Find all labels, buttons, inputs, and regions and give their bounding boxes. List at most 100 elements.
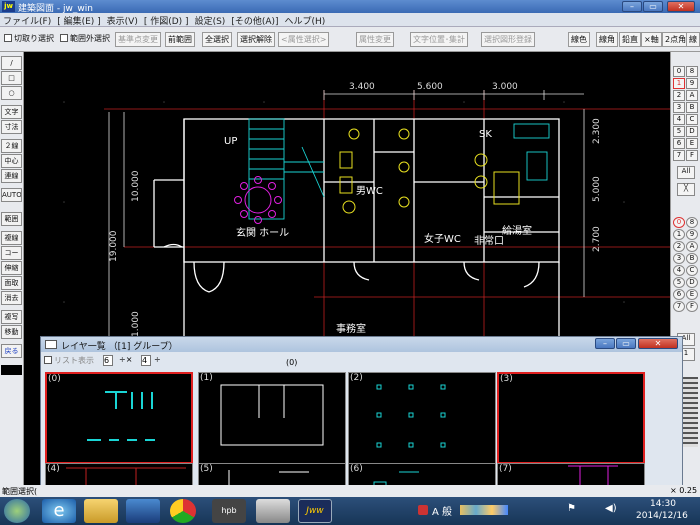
tray-icons[interactable]	[460, 505, 508, 515]
paint-icon[interactable]	[256, 499, 290, 523]
clock-time[interactable]: 14:30	[650, 499, 676, 509]
layer-button[interactable]: D	[686, 126, 698, 137]
tool-undo[interactable]: 戻る	[1, 344, 22, 358]
tool-extend[interactable]: 伸縮	[1, 261, 22, 275]
base-point-change-button[interactable]: 基準点変更	[115, 32, 161, 47]
tool-range[interactable]: 範囲	[1, 212, 22, 226]
volume-icon[interactable]: ◀)	[605, 503, 617, 514]
layer-button[interactable]: B	[686, 102, 698, 113]
tool-continuous-line[interactable]: 連線	[1, 169, 22, 183]
vertical-button[interactable]: 鉛直	[619, 32, 641, 47]
layer-button[interactable]: 6	[673, 138, 685, 149]
stepper-icon[interactable]: ÷	[154, 355, 161, 364]
dialog-close-button[interactable]: ✕	[638, 338, 678, 349]
layer-button[interactable]: 9	[686, 78, 698, 89]
stepper-icon[interactable]: ÷×	[119, 355, 132, 364]
menu-file[interactable]: ファイル(F)	[0, 13, 54, 27]
group-button[interactable]: 2	[673, 241, 685, 252]
select-all-button[interactable]: 全選択	[202, 32, 232, 47]
tool-auto[interactable]: AUTO	[1, 188, 22, 202]
layer-thumbnail[interactable]: (0)	[45, 372, 193, 464]
group-button[interactable]: 1	[673, 229, 685, 240]
layer-button[interactable]: 8	[686, 66, 698, 77]
menu-edit[interactable]: [ 編集(E) ]	[54, 13, 103, 27]
tool-move[interactable]: 移動	[1, 325, 22, 339]
group-button-active[interactable]: 0	[673, 217, 685, 228]
layer-x-button[interactable]: ╳	[677, 183, 695, 196]
tool-dimension[interactable]: 寸法	[1, 120, 22, 134]
tool-chamfer[interactable]: 面取	[1, 276, 22, 290]
list-view-checkbox[interactable]: リスト表示	[44, 355, 94, 366]
tray-shield-icon[interactable]	[418, 505, 428, 515]
columns-input[interactable]: 6	[103, 355, 113, 366]
tool-offset[interactable]: 複線	[1, 231, 22, 245]
ime-indicator[interactable]: A 般	[432, 503, 452, 518]
internet-explorer-icon[interactable]: e	[42, 499, 76, 523]
layer-thumbnail[interactable]: (1)	[198, 372, 346, 464]
group-button[interactable]: C	[686, 265, 698, 276]
group-button[interactable]: E	[686, 289, 698, 300]
tool-corner[interactable]: コーナー	[1, 246, 22, 260]
rows-input[interactable]: 4	[141, 355, 151, 366]
file-explorer-icon[interactable]	[84, 499, 118, 523]
dialog-minimize-button[interactable]: –	[595, 338, 615, 349]
line-type-swatch[interactable]	[1, 365, 22, 375]
tool-copy[interactable]: 複写	[1, 310, 22, 324]
layer-thumbnail[interactable]: (2)	[348, 372, 496, 464]
line-color-button[interactable]: 線色	[568, 32, 590, 47]
menu-settings[interactable]: 設定(S)	[192, 13, 229, 27]
tool-circle[interactable]: ○	[1, 86, 22, 100]
text-position-button[interactable]: 文字位置･集計	[410, 32, 468, 47]
tool-text[interactable]: 文字	[1, 105, 22, 119]
tool-double-line[interactable]: ２線	[1, 139, 22, 153]
layer-button[interactable]: 0	[673, 66, 685, 77]
layer-all-button[interactable]: All	[677, 166, 695, 179]
layer-button[interactable]: 3	[673, 102, 685, 113]
group-button[interactable]: 3	[673, 253, 685, 264]
line-angle-button[interactable]: 線角	[596, 32, 618, 47]
close-button[interactable]: ✕	[667, 1, 695, 12]
tool-rectangle[interactable]: □	[1, 71, 22, 85]
layer-button[interactable]: E	[686, 138, 698, 149]
group-button[interactable]: 5	[673, 277, 685, 288]
menu-draw[interactable]: [ 作図(D) ]	[141, 13, 192, 27]
layer-button[interactable]: C	[686, 114, 698, 125]
out-of-range-checkbox[interactable]: 範囲外選択	[58, 32, 112, 47]
register-shape-button[interactable]: 選択図形登録	[481, 32, 535, 47]
group-button[interactable]: 9	[686, 229, 698, 240]
tool-line[interactable]: /	[1, 56, 22, 70]
group-button[interactable]: 4	[673, 265, 685, 276]
layer-button[interactable]: 7	[673, 150, 685, 161]
x-axis-button[interactable]: ×軸	[641, 32, 662, 47]
prev-range-button[interactable]: 前範囲	[165, 32, 195, 47]
group-button[interactable]: F	[686, 301, 698, 312]
group-button[interactable]: 8	[686, 217, 698, 228]
minimize-button[interactable]: –	[622, 1, 642, 12]
hpb-icon[interactable]: hpb	[212, 499, 246, 523]
line-button[interactable]: 線	[686, 32, 700, 47]
menu-other[interactable]: [その他(A)]	[228, 13, 281, 27]
layer-button[interactable]: F	[686, 150, 698, 161]
attr-change-button[interactable]: 属性変更	[356, 32, 394, 47]
chrome-icon[interactable]	[170, 499, 196, 523]
menu-help[interactable]: ヘルプ(H)	[282, 13, 329, 27]
layer-button[interactable]: 4	[673, 114, 685, 125]
attr-select-button[interactable]: <属性選択>	[278, 32, 330, 47]
dialog-maximize-button[interactable]: ▭	[616, 338, 636, 349]
layer-thumbnail[interactable]: (3)	[497, 372, 645, 464]
layer-button-active[interactable]: 1	[673, 78, 685, 89]
tool-erase[interactable]: 消去	[1, 291, 22, 305]
group-button[interactable]: A	[686, 241, 698, 252]
layer-button[interactable]: 5	[673, 126, 685, 137]
tool-center-line[interactable]: 中心線	[1, 154, 22, 168]
group-button[interactable]: D	[686, 277, 698, 288]
maximize-button[interactable]: ▭	[643, 1, 663, 12]
clock-date[interactable]: 2014/12/16	[636, 511, 688, 521]
group-button[interactable]: 6	[673, 289, 685, 300]
zoom-level[interactable]: × 0.25	[670, 486, 697, 495]
start-button-icon[interactable]	[4, 499, 30, 523]
group-button[interactable]: B	[686, 253, 698, 264]
cut-select-checkbox[interactable]: 切取り選択	[2, 32, 56, 47]
group-button[interactable]: 7	[673, 301, 685, 312]
tray-flag-icon[interactable]: ⚑	[567, 503, 576, 514]
